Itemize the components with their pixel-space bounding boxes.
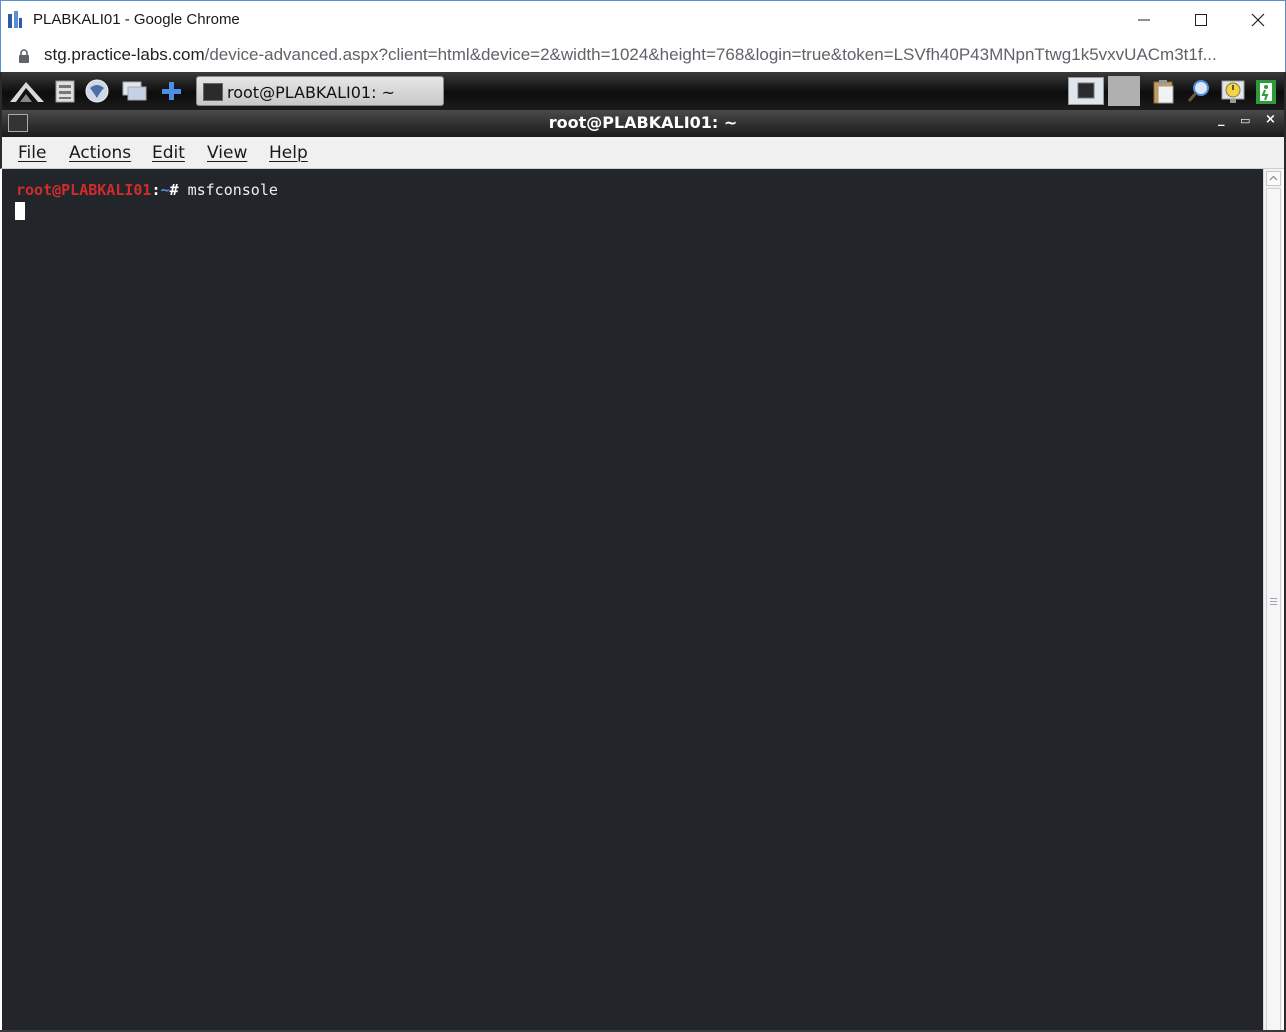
minimize-icon <box>1138 19 1150 21</box>
file-manager-icon[interactable] <box>52 78 78 104</box>
scroll-grip-line <box>1270 598 1277 599</box>
menu-file[interactable]: File <box>18 143 46 163</box>
prompt-user: root@PLABKALI01 <box>16 181 152 199</box>
url-text[interactable]: stg.practice-labs.com/device-advanced.as… <box>44 45 1217 65</box>
address-bar[interactable]: stg.practice-labs.com/device-advanced.as… <box>0 40 1286 72</box>
lock-icon <box>18 49 30 68</box>
scroll-thumb[interactable] <box>1266 188 1281 1031</box>
prompt-separator: : <box>151 181 161 199</box>
terminal-window-title: root@PLABKALI01: ~ <box>548 113 738 132</box>
web-browser-icon[interactable] <box>84 78 110 104</box>
browser-window-title: PLABKALI01 - Google Chrome <box>33 11 240 28</box>
desktop-panel: root@PLABKALI01: ~ <box>0 72 1286 110</box>
typed-command: msfconsole <box>187 181 278 199</box>
menu-edit[interactable]: Edit <box>152 143 185 163</box>
clock-icon[interactable] <box>1219 78 1245 104</box>
terminal-scrollbar[interactable] <box>1263 169 1282 1031</box>
close-window-button[interactable] <box>1230 1 1286 39</box>
prompt-line: root@PLABKALI01:~# msfconsole <box>16 181 278 199</box>
show-desktop-icon[interactable] <box>120 78 147 104</box>
terminal-close-button[interactable]: × <box>1265 112 1276 127</box>
terminal-tray-icon[interactable] <box>1068 77 1104 105</box>
scroll-grip-line <box>1270 601 1277 602</box>
menu-help[interactable]: Help <box>269 143 308 163</box>
logout-icon[interactable] <box>1253 78 1279 104</box>
clipboard-icon[interactable] <box>1150 78 1176 104</box>
minimize-window-button[interactable] <box>1116 1 1172 39</box>
scroll-up-button[interactable] <box>1266 171 1281 186</box>
chevron-up-icon <box>1269 175 1278 181</box>
browser-title-bar: PLABKALI01 - Google Chrome <box>0 0 1286 40</box>
menu-view[interactable]: View <box>207 143 247 163</box>
prompt-path: ~ <box>160 181 170 199</box>
tray-placeholder <box>1108 76 1140 106</box>
scroll-grip-line <box>1270 604 1277 605</box>
prompt-hash: # <box>169 181 179 199</box>
terminal-menu-bar: File Actions Edit View Help <box>0 137 1286 169</box>
search-icon[interactable] <box>1186 78 1212 104</box>
url-path: /device-advanced.aspx?client=html&device… <box>204 45 1217 64</box>
taskbar-terminal-button[interactable]: root@PLABKALI01: ~ <box>196 76 444 106</box>
maximize-window-button[interactable] <box>1173 1 1229 39</box>
terminal-output[interactable]: root@PLABKALI01:~# msfconsole <box>2 169 1263 1031</box>
terminal-icon <box>203 83 223 101</box>
url-host: stg.practice-labs.com <box>44 45 205 64</box>
terminal-cursor <box>15 202 25 220</box>
practice-labs-icon <box>7 10 23 30</box>
menu-actions[interactable]: Actions <box>69 143 131 163</box>
terminal-maximize-button[interactable]: ▭ <box>1240 114 1250 127</box>
terminal-minimize-button[interactable]: _ <box>1218 112 1225 127</box>
kali-menu-icon[interactable] <box>8 78 46 104</box>
taskbar-terminal-label: root@PLABKALI01: ~ <box>227 83 395 102</box>
maximize-icon <box>1195 14 1207 26</box>
terminal-title-bar: root@PLABKALI01: ~ _ ▭ × <box>0 110 1286 137</box>
close-icon <box>1251 13 1265 27</box>
add-icon[interactable] <box>158 78 184 104</box>
